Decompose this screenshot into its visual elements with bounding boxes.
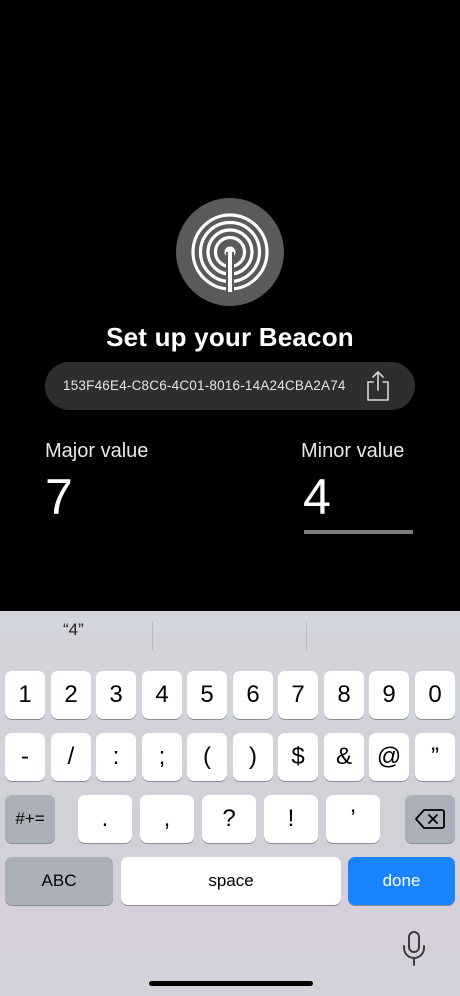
abc-key[interactable]: ABC [5, 857, 113, 905]
minor-value-label: Minor value [301, 440, 405, 462]
key-exclamation[interactable]: ! [264, 795, 318, 843]
uuid-text: 153F46E4-C8C6-4C01-8016-14A24CBA2A74 [63, 378, 346, 393]
key-question[interactable]: ? [202, 795, 256, 843]
key-5[interactable]: 5 [187, 671, 227, 719]
key-6[interactable]: 6 [233, 671, 273, 719]
uuid-field[interactable]: 153F46E4-C8C6-4C01-8016-14A24CBA2A74 [45, 362, 415, 410]
suggestion-divider [306, 622, 307, 650]
minor-value-underline [304, 530, 413, 534]
major-value-label: Major value [45, 440, 149, 462]
backspace-key[interactable] [405, 795, 455, 843]
share-icon[interactable] [365, 370, 391, 402]
key-4[interactable]: 4 [142, 671, 182, 719]
key-slash[interactable]: / [51, 733, 91, 781]
beacon-icon [176, 198, 284, 306]
symbols-key[interactable]: #+= [5, 795, 55, 843]
home-indicator[interactable] [149, 981, 313, 986]
key-at[interactable]: @ [369, 733, 409, 781]
key-1[interactable]: 1 [5, 671, 45, 719]
key-hyphen[interactable]: - [5, 733, 45, 781]
key-period[interactable]: . [78, 795, 132, 843]
backspace-icon [415, 809, 445, 829]
space-key[interactable]: space [121, 857, 341, 905]
minor-value-input[interactable]: 4 [303, 468, 331, 526]
key-colon[interactable]: : [96, 733, 136, 781]
microphone-icon[interactable] [401, 930, 427, 968]
major-value-input[interactable]: 7 [45, 468, 73, 526]
key-apostrophe[interactable]: ’ [326, 795, 380, 843]
key-8[interactable]: 8 [324, 671, 364, 719]
key-7[interactable]: 7 [278, 671, 318, 719]
page-title: Set up your Beacon [106, 322, 354, 352]
key-semicolon[interactable]: ; [142, 733, 182, 781]
key-dollar[interactable]: $ [278, 733, 318, 781]
key-2[interactable]: 2 [51, 671, 91, 719]
key-open-paren[interactable]: ( [187, 733, 227, 781]
suggestion-item[interactable]: “4” [63, 620, 84, 640]
key-comma[interactable]: , [140, 795, 194, 843]
key-3[interactable]: 3 [96, 671, 136, 719]
done-key[interactable]: done [348, 857, 455, 905]
key-0[interactable]: 0 [415, 671, 455, 719]
key-quote[interactable]: ” [415, 733, 455, 781]
key-9[interactable]: 9 [369, 671, 409, 719]
key-ampersand[interactable]: & [324, 733, 364, 781]
suggestion-divider [152, 622, 153, 650]
key-close-paren[interactable]: ) [233, 733, 273, 781]
